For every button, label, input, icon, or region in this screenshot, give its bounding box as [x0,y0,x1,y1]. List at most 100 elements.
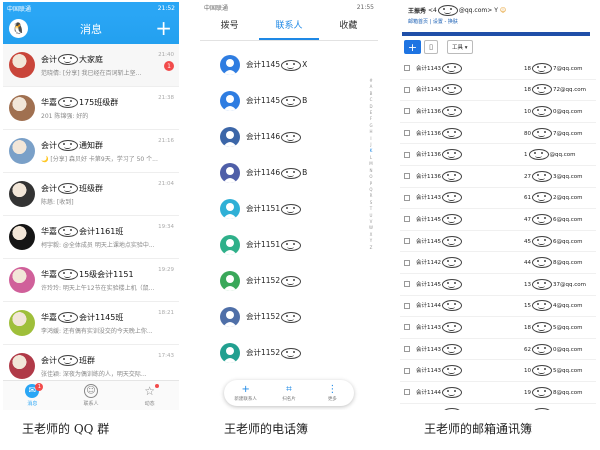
redaction-face-icon [281,95,302,107]
email-contact-row[interactable]: 会计1136 10 0@qq.com [400,101,596,123]
email-contact-row[interactable]: 会计1143 62 0@qq.com [400,339,596,361]
email-contact-row[interactable]: 会计1144 194@qq.com [400,404,596,410]
qq-profile-avatar[interactable]: 🐧 [9,19,28,38]
row-checkbox[interactable] [404,259,410,266]
tab-dialer[interactable]: 拨号 [200,13,259,40]
row-checkbox[interactable] [404,346,410,353]
qq-add-button[interactable]: + [155,16,172,40]
redaction-face-icon [442,343,462,355]
email-contact-row[interactable]: 会计1143 18 72@qq.com [400,80,596,102]
qq-chat-name-post: 通知群 [79,140,103,150]
qq-tab-feed[interactable]: ☆ 动态 [120,381,179,410]
contact-name: 会计1151 [246,203,302,215]
email-contact-list: 会计1143 18 7@qq.com 会计1143 18 72@qq.com 会计1136 1… [400,58,596,410]
qq-chat-name: 会计 大家庭 [41,53,175,65]
email-contact-row[interactable]: 会计1143 10 5@qq.com [400,360,596,382]
redaction-face-icon [532,386,552,398]
qq-chat-item[interactable]: 会计 大家庭 范晓倩: [分享] 我已经在百词斩上坚... 21:40 1 [3,44,179,87]
caption-phonebook: 王老师的电话簿 [224,422,309,436]
contact-item[interactable]: 会计1145 X [200,47,378,83]
row-checkbox[interactable] [404,389,410,396]
contact-avatar-icon [220,307,240,327]
row-checkbox[interactable] [404,302,410,309]
row-checkbox[interactable] [404,238,410,245]
email-contact-row[interactable]: 会计1136 1 @qq.com [400,144,596,166]
qq-chat-name-pre: 华嘉 [41,226,57,236]
qq-chat-name: 华嘉 会计1145班 [41,311,175,323]
qq-chat-item[interactable]: 华嘉 会计1145班 李鸿媛: 还有偶有实训没交的今天晚上你... 18:21 [3,302,179,345]
row-checkbox[interactable] [404,173,410,180]
email-contact-row[interactable]: 会计1145 13 37@qq.com [400,274,596,296]
tab-favorites[interactable]: 收藏 [319,13,378,40]
qq-chat-time: 21:16 [158,138,174,144]
email-address-pre: 47 [524,216,531,223]
more-button[interactable]: ⋮ 更多 [311,380,354,406]
tab-contacts[interactable]: 联系人 [259,13,319,40]
email-contact-name-text: 会计1142 [416,260,441,267]
row-checkbox[interactable] [404,108,410,115]
email-contact-row[interactable]: 会计1136 27 3@qq.com [400,166,596,188]
email-nav-links[interactable]: 邮箱首页 | 设置 - 换肤 [400,18,596,28]
qq-tab-contacts[interactable]: ☺ 联系人 [62,381,121,410]
email-address-post: 5@qq.com [553,368,583,375]
qq-chat-item[interactable]: 华嘉 15级会计1151 许玲玲: 明天上午12节在实验楼上机（鼠... 19:29 [3,259,179,302]
email-contact-row[interactable]: 会计1143 61 2@qq.com [400,188,596,210]
row-checkbox[interactable] [404,151,410,158]
alphabet-index[interactable]: # A B C D E F G H I J K L M N O P Q R S T U V W X Y Z [368,78,374,251]
index-letter[interactable]: Z [368,245,374,251]
contact-item[interactable]: 会计1152 [200,263,378,299]
email-contact-row[interactable]: 会计1143 18 7@qq.com [400,58,596,80]
email-contact-row[interactable]: 会计1142 44 8@qq.com [400,252,596,274]
redaction-face-icon [281,311,302,323]
contact-item[interactable]: 会计1145 B [200,83,378,119]
contact-item[interactable]: 会计1151 [200,191,378,227]
qq-chat-item[interactable]: 会计 班级群 陈慈: [收到] 21:04 [3,173,179,216]
contact-item[interactable]: 会计1151 [200,227,378,263]
email-contact-row[interactable]: 会计1136 80 7@qq.com [400,123,596,145]
row-checkbox[interactable] [404,281,410,288]
qq-tab-label: 联系人 [83,401,99,407]
group-avatar [9,267,35,293]
caption-email-book: 王老师的邮箱通讯簿 [424,422,533,436]
qq-chat-item[interactable]: 华嘉 175班级群 201 陈锦强: 好的 21:38 [3,87,179,130]
redaction-face-icon [58,268,78,280]
email-address-pre: 19 [524,389,531,396]
contact-item[interactable]: 会计1146 B [200,155,378,191]
tools-dropdown[interactable]: 工具 ▾ [447,40,473,54]
mobile-icon[interactable]: ▯ [424,40,438,54]
row-checkbox[interactable] [404,324,410,331]
qq-chat-item[interactable]: 会计 通知群 🌙 [分享] 森贝好 卡第9天，学习了 50 个... 21:16 [3,130,179,173]
contact-item[interactable]: 会计1152 [200,299,378,335]
row-checkbox[interactable] [404,194,410,201]
qq-carrier: 中国联通 [7,5,32,13]
contact-avatar-icon [220,271,240,291]
contact-name-post: B [302,96,308,106]
contact-name-pre: 会计1152 [246,348,281,358]
new-contact-button[interactable]: + 新建联系人 [224,380,267,406]
email-address: 27 3@qq.com [524,170,582,182]
scan-card-button[interactable]: ⌗ 扫名片 [267,380,310,406]
email-contact-name-text: 会计1143 [416,368,441,375]
row-checkbox[interactable] [404,130,410,137]
redaction-face-icon [442,365,462,377]
email-address: 80 7@qq.com [524,127,582,139]
row-checkbox[interactable] [404,65,410,72]
email-contact-row[interactable]: 会计1143 18 5@qq.com [400,317,596,339]
email-contact-row[interactable]: 会计1144 19 8@qq.com [400,382,596,404]
row-checkbox[interactable] [404,216,410,223]
row-checkbox[interactable] [404,367,410,374]
contact-item[interactable]: 会计1146 [200,119,378,155]
email-address: 10 0@qq.com [524,105,582,117]
email-contact-name: 会计1143 [416,343,482,355]
contact-item[interactable]: 会计1152 [200,335,378,371]
email-address-pre: 18 [524,324,531,331]
email-contact-row[interactable]: 会计1145 45 6@qq.com [400,231,596,253]
row-checkbox[interactable] [404,86,410,93]
add-contact-button[interactable]: + [404,40,421,54]
qq-tab-label: 消息 [27,401,38,407]
qq-chat-item[interactable]: 华嘉 会计1161班 柯宇毅: @全体成员 明天上课地点实验中... 19:34 [3,216,179,259]
email-contact-row[interactable]: 会计1145 47 6@qq.com [400,209,596,231]
qq-tab-messages[interactable]: ✉ 消息 1 [3,381,62,410]
qq-chat-name: 会计 班级群 [41,182,175,194]
email-contact-row[interactable]: 会计1144 15 4@qq.com [400,296,596,318]
